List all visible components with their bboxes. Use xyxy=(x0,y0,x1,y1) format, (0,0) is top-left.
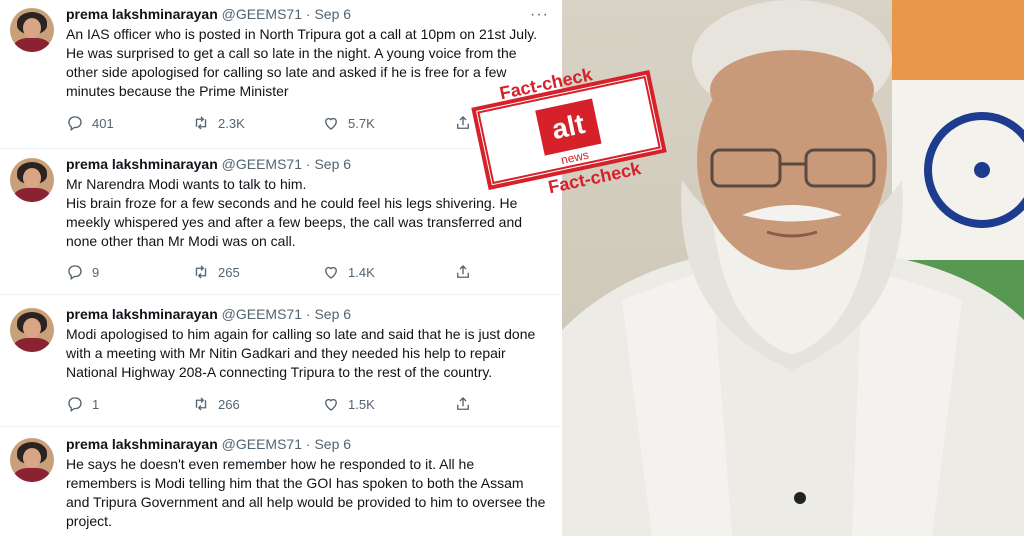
retweet-count: 266 xyxy=(218,396,240,412)
tweet-text: Modi apologised to him again for calling… xyxy=(66,326,536,380)
divider xyxy=(0,148,560,149)
avatar[interactable] xyxy=(10,438,54,482)
reply-icon xyxy=(68,116,82,132)
share-icon xyxy=(457,116,469,129)
heart-icon xyxy=(325,398,337,411)
tweet-3[interactable]: prema lakshminarayan @GEEMS71 · Sep 6 Mo… xyxy=(0,306,560,424)
tweet-4[interactable]: prema lakshminarayan @GEEMS71 · Sep 6 He… xyxy=(0,436,560,536)
avatar[interactable] xyxy=(10,158,54,202)
like-button[interactable]: 1.5K xyxy=(322,395,375,413)
tweet-2[interactable]: prema lakshminarayan @GEEMS71 · Sep 6 Mr… xyxy=(0,156,560,292)
like-button[interactable]: 5.7K xyxy=(322,114,375,132)
heart-icon xyxy=(325,117,337,130)
separator-dot: · xyxy=(305,436,311,452)
author-name[interactable]: prema lakshminarayan xyxy=(66,306,218,322)
reply-button[interactable]: 9 xyxy=(66,263,99,281)
reply-icon xyxy=(68,397,82,413)
like-count: 1.5K xyxy=(348,396,375,412)
reply-button[interactable]: 1 xyxy=(66,395,99,413)
separator-dot: · xyxy=(305,156,311,172)
tweet-date[interactable]: Sep 6 xyxy=(314,6,351,22)
divider xyxy=(0,294,560,295)
author-name[interactable]: prema lakshminarayan xyxy=(66,6,218,22)
tweet-header: prema lakshminarayan @GEEMS71 · Sep 6 xyxy=(66,306,351,322)
retweet-button[interactable]: 266 xyxy=(192,395,240,413)
retweet-icon xyxy=(195,116,207,130)
share-button[interactable] xyxy=(454,263,472,281)
avatar[interactable] xyxy=(10,8,54,52)
reply-count: 9 xyxy=(92,264,100,280)
share-icon xyxy=(457,265,469,278)
divider xyxy=(0,426,560,427)
tweet-actions: 9 265 1.4K xyxy=(66,263,486,283)
separator-dot: · xyxy=(305,6,311,22)
more-options-icon[interactable]: ··· xyxy=(530,6,549,24)
avatar[interactable] xyxy=(10,308,54,352)
author-name[interactable]: prema lakshminarayan xyxy=(66,436,218,452)
tweet-header: prema lakshminarayan @GEEMS71 · Sep 6 xyxy=(66,156,351,172)
tweet-date[interactable]: Sep 6 xyxy=(314,156,351,172)
retweet-icon xyxy=(195,397,207,411)
like-button[interactable]: 1.4K xyxy=(322,263,375,281)
reply-count: 401 xyxy=(92,115,114,131)
tweet-thread: prema lakshminarayan @GEEMS71 · Sep 6 ··… xyxy=(0,0,560,536)
retweet-count: 2.3K xyxy=(218,115,245,131)
like-count: 1.4K xyxy=(348,264,375,280)
separator-dot: · xyxy=(305,306,311,322)
author-handle[interactable]: @GEEMS71 xyxy=(222,436,302,452)
tweet-text: Mr Narendra Modi wants to talk to him. H… xyxy=(66,176,523,249)
author-handle[interactable]: @GEEMS71 xyxy=(222,306,302,322)
tweet-header: prema lakshminarayan @GEEMS71 · Sep 6 xyxy=(66,436,351,452)
retweet-button[interactable]: 265 xyxy=(192,263,240,281)
heart-icon xyxy=(325,266,337,279)
tweet-date[interactable]: Sep 6 xyxy=(314,306,351,322)
like-count: 5.7K xyxy=(348,115,375,131)
retweet-icon xyxy=(195,265,207,279)
share-icon xyxy=(457,397,469,410)
logo-main-text: alt xyxy=(549,108,587,145)
tweet-header: prema lakshminarayan @GEEMS71 · Sep 6 xyxy=(66,6,351,22)
author-handle[interactable]: @GEEMS71 xyxy=(222,6,302,22)
tweet-actions: 1 266 1.5K xyxy=(66,395,486,415)
author-name[interactable]: prema lakshminarayan xyxy=(66,156,218,172)
tweet-text: He says he doesn't even remember how he … xyxy=(66,456,546,529)
reply-button[interactable]: 401 xyxy=(66,114,114,132)
retweet-count: 265 xyxy=(218,264,240,280)
retweet-button[interactable]: 2.3K xyxy=(192,114,245,132)
tweet-date[interactable]: Sep 6 xyxy=(314,436,351,452)
reply-icon xyxy=(68,265,82,281)
author-handle[interactable]: @GEEMS71 xyxy=(222,156,302,172)
share-button[interactable] xyxy=(454,395,472,413)
share-button[interactable] xyxy=(454,114,472,132)
tweet-actions: 401 2.3K 5.7K xyxy=(66,114,486,134)
reply-count: 1 xyxy=(92,396,100,412)
